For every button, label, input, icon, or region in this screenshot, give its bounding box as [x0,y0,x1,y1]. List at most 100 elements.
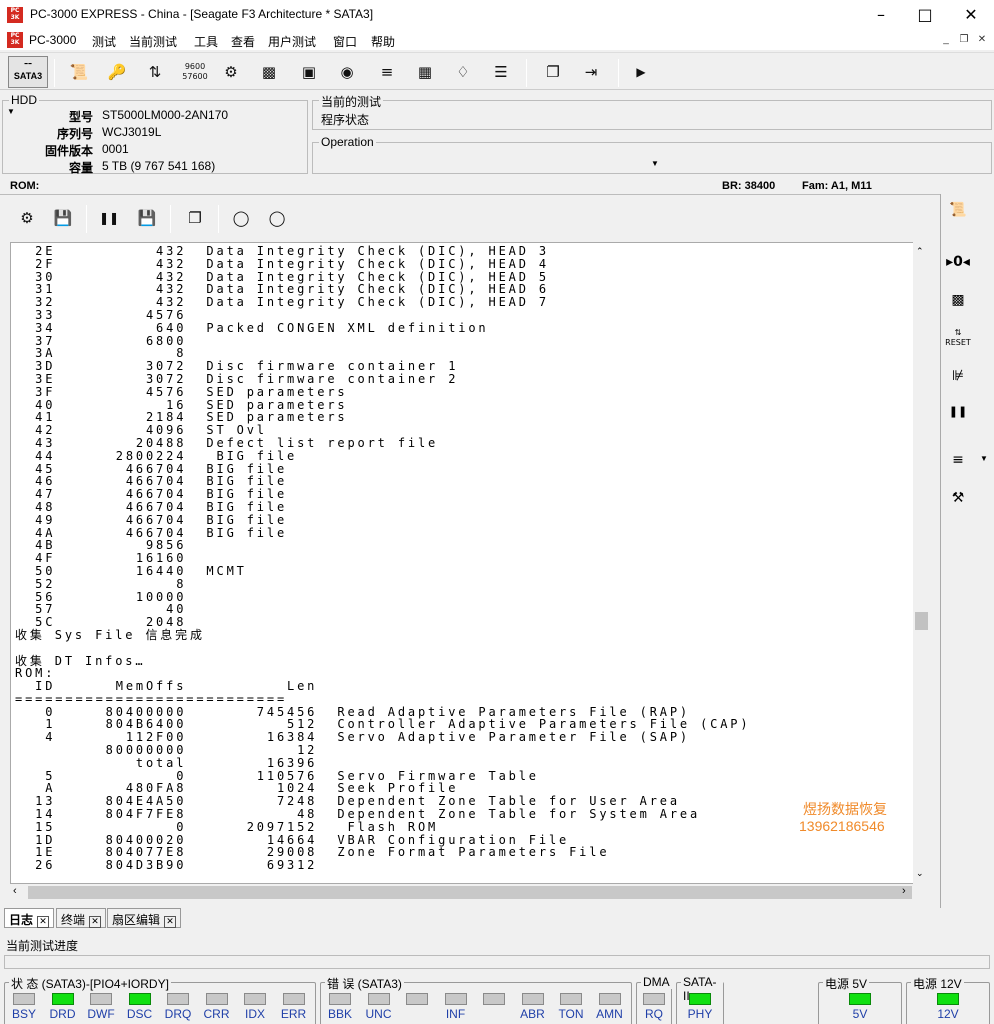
led-phy [689,993,711,1005]
sata3-label: SATA3 [13,71,43,81]
info-scroll-icon[interactable]: 📜 [944,196,972,224]
capacity-value: 5 TB (9 767 541 168) [102,159,216,173]
log-vertical-scrollbar[interactable]: ⌃ ⌄ [913,242,930,884]
binoculars-icon[interactable]: ◯ [228,205,254,231]
tab-log-label: 日志 [9,913,34,927]
copy-windows-icon[interactable]: ❐ [540,59,566,85]
search-key-icon[interactable]: 🔑 [104,59,130,85]
sata3-button[interactable]: ╌ SATA3 [8,56,48,88]
grid-icon[interactable]: ▦ [412,59,438,85]
log-output[interactable]: 2E 432 Data Integrity Check (DIC), HEAD … [10,242,930,884]
pause-icon[interactable]: ❚❚ [96,205,122,231]
info-scroll-icon[interactable]: 📜 [66,59,92,85]
binoculars-next-icon[interactable]: ◯ [264,205,290,231]
led-label: DWF [87,1007,115,1021]
gear-icon[interactable]: ⚙ [218,59,244,85]
save-disk-icon[interactable]: 💾 [50,205,76,231]
led-bbk [329,993,351,1005]
toolbar-separator [54,59,55,87]
menu-bar: PC 3K PC-3000 测试 当前测试 工具 查看 用户测试 窗口 帮助 [0,30,994,50]
tools-icon[interactable]: ⚒ [944,484,972,512]
menu-current-test[interactable]: 当前测试 [129,33,177,50]
menu-view[interactable]: 查看 [231,33,255,50]
log-text: 2E 432 Data Integrity Check (DIC), HEAD … [15,244,751,873]
scroll-left-icon[interactable]: ‹ [13,885,17,897]
baud-rate-icon[interactable]: 9600 57600 [182,59,208,85]
led-label: UNC [365,1007,392,1021]
drive-menu-icon[interactable]: ≡ [944,446,972,474]
close-icon[interactable]: ✕ [37,916,50,928]
led-amn [598,993,621,1005]
scroll-right-icon[interactable]: › [902,885,906,897]
pcb-icon[interactable]: ▩ [944,286,972,314]
disk-icon[interactable]: ◉ [334,59,360,85]
hdd-caption: HDD [9,93,39,107]
serial-value: WCJ3019L [102,125,162,139]
maximize-icon[interactable]: □ [902,0,948,30]
log-toolbar-separator [86,205,87,233]
mdi-minimize-icon[interactable]: _ [938,33,954,47]
led-label: BSY [11,1007,36,1021]
led-label: 12V [937,1007,959,1021]
flowchart-icon[interactable]: ♢ [450,59,476,85]
power-probe-icon[interactable]: ⊯ [944,362,972,390]
sidebar-pause-icon[interactable]: ❚❚ [944,398,972,426]
baud-rate-value: BR: 38400 [722,180,776,192]
tracks-icon[interactable]: ≡ [374,59,400,85]
power12-led-caption: 电源 12V [911,975,964,992]
play-icon[interactable]: ▶ [628,59,654,85]
scroll-up-icon[interactable]: ⌃ [916,246,924,257]
minimize-icon[interactable]: – [858,0,904,30]
drive-menu-dropdown-icon[interactable]: ▼ [980,454,988,463]
run-exit-icon[interactable]: ⇥ [578,59,604,85]
log-horizontal-scrollbar[interactable]: ‹ › [10,884,930,901]
test-progress-bar [4,955,990,969]
menu-test[interactable]: 测试 [92,33,116,50]
save-gear-icon[interactable]: ⚙ [14,205,40,231]
led-label: IDX [244,1007,265,1021]
operation-dropdown-icon[interactable]: ▼ [651,159,659,168]
led-label: RQ [645,1007,663,1021]
zero-arrows-icon[interactable]: ▸0◂ [944,248,972,276]
power12-led-group: 电源 12V 12V [906,975,990,1024]
power5-led-caption: 电源 5V [823,975,870,992]
scroll-thumb[interactable] [915,612,928,630]
led-crr [205,993,228,1005]
led-bsy [13,993,35,1005]
app-logo-icon: PC 3K [7,7,23,23]
led-dsc [128,993,151,1005]
copy-icon[interactable]: ❐ [182,205,208,231]
sata-port-icon: ╌ [24,56,32,71]
tab-sector-editor[interactable]: 扇区编辑 ✕ [107,908,182,928]
menu-pc3000[interactable]: PC-3000 [29,33,76,47]
log-toolbar-separator [170,205,171,233]
tab-terminal[interactable]: 终端 ✕ [56,908,107,928]
module-icon[interactable]: ▣ [296,59,322,85]
tab-terminal-label: 终端 [61,913,86,927]
menu-window[interactable]: 窗口 [333,33,357,50]
close-icon[interactable]: ✕ [164,916,177,928]
menu-logo-icon[interactable]: PC 3K [7,32,23,48]
menu-user-test[interactable]: 用户测试 [268,33,316,50]
list-icon[interactable]: ☰ [488,59,514,85]
led-drq [167,993,189,1005]
reset-icon[interactable]: ⇅ RESET [944,324,972,352]
chip-icon[interactable]: ▩ [256,59,282,85]
transfer-icon[interactable]: ⇅ [142,59,168,85]
mdi-close-icon[interactable]: ✕ [974,33,990,47]
led-label: ERR [280,1007,307,1021]
model-label: 型号 [68,110,93,124]
current-test-caption: 当前的测试 [319,93,384,110]
scroll-down-icon[interactable]: ⌄ [916,868,924,879]
disk-clear-icon[interactable]: 💾 [134,205,160,231]
mdi-restore-icon[interactable]: ❐ [956,33,972,47]
close-icon[interactable]: ✕ [948,0,994,30]
hscroll-thumb[interactable] [28,886,912,899]
status-led-caption: 状 态 (SATA3)-[PIO4+IORDY] [9,975,171,992]
operation-caption: Operation [319,135,376,149]
menu-tools[interactable]: 工具 [194,33,218,50]
watermark-phone: 13962186546 [799,818,885,834]
close-icon[interactable]: ✕ [89,916,102,928]
tab-log[interactable]: 日志 ✕ [4,908,55,928]
menu-help[interactable]: 帮助 [371,33,395,50]
